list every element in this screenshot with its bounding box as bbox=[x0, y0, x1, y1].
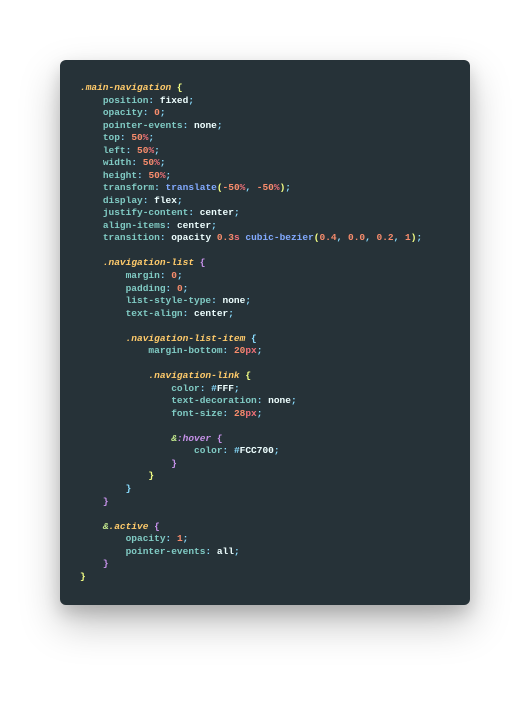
selector-main-navigation: .main-navigation bbox=[80, 82, 171, 93]
code-card: .main-navigation { position: fixed; opac… bbox=[60, 60, 470, 605]
selector-navigation-list-item: .navigation-list-item bbox=[126, 333, 246, 344]
code-block: .main-navigation { position: fixed; opac… bbox=[80, 82, 450, 583]
selector-navigation-list: .navigation-list bbox=[103, 257, 194, 268]
selector-navigation-link: .navigation-link bbox=[148, 370, 239, 381]
